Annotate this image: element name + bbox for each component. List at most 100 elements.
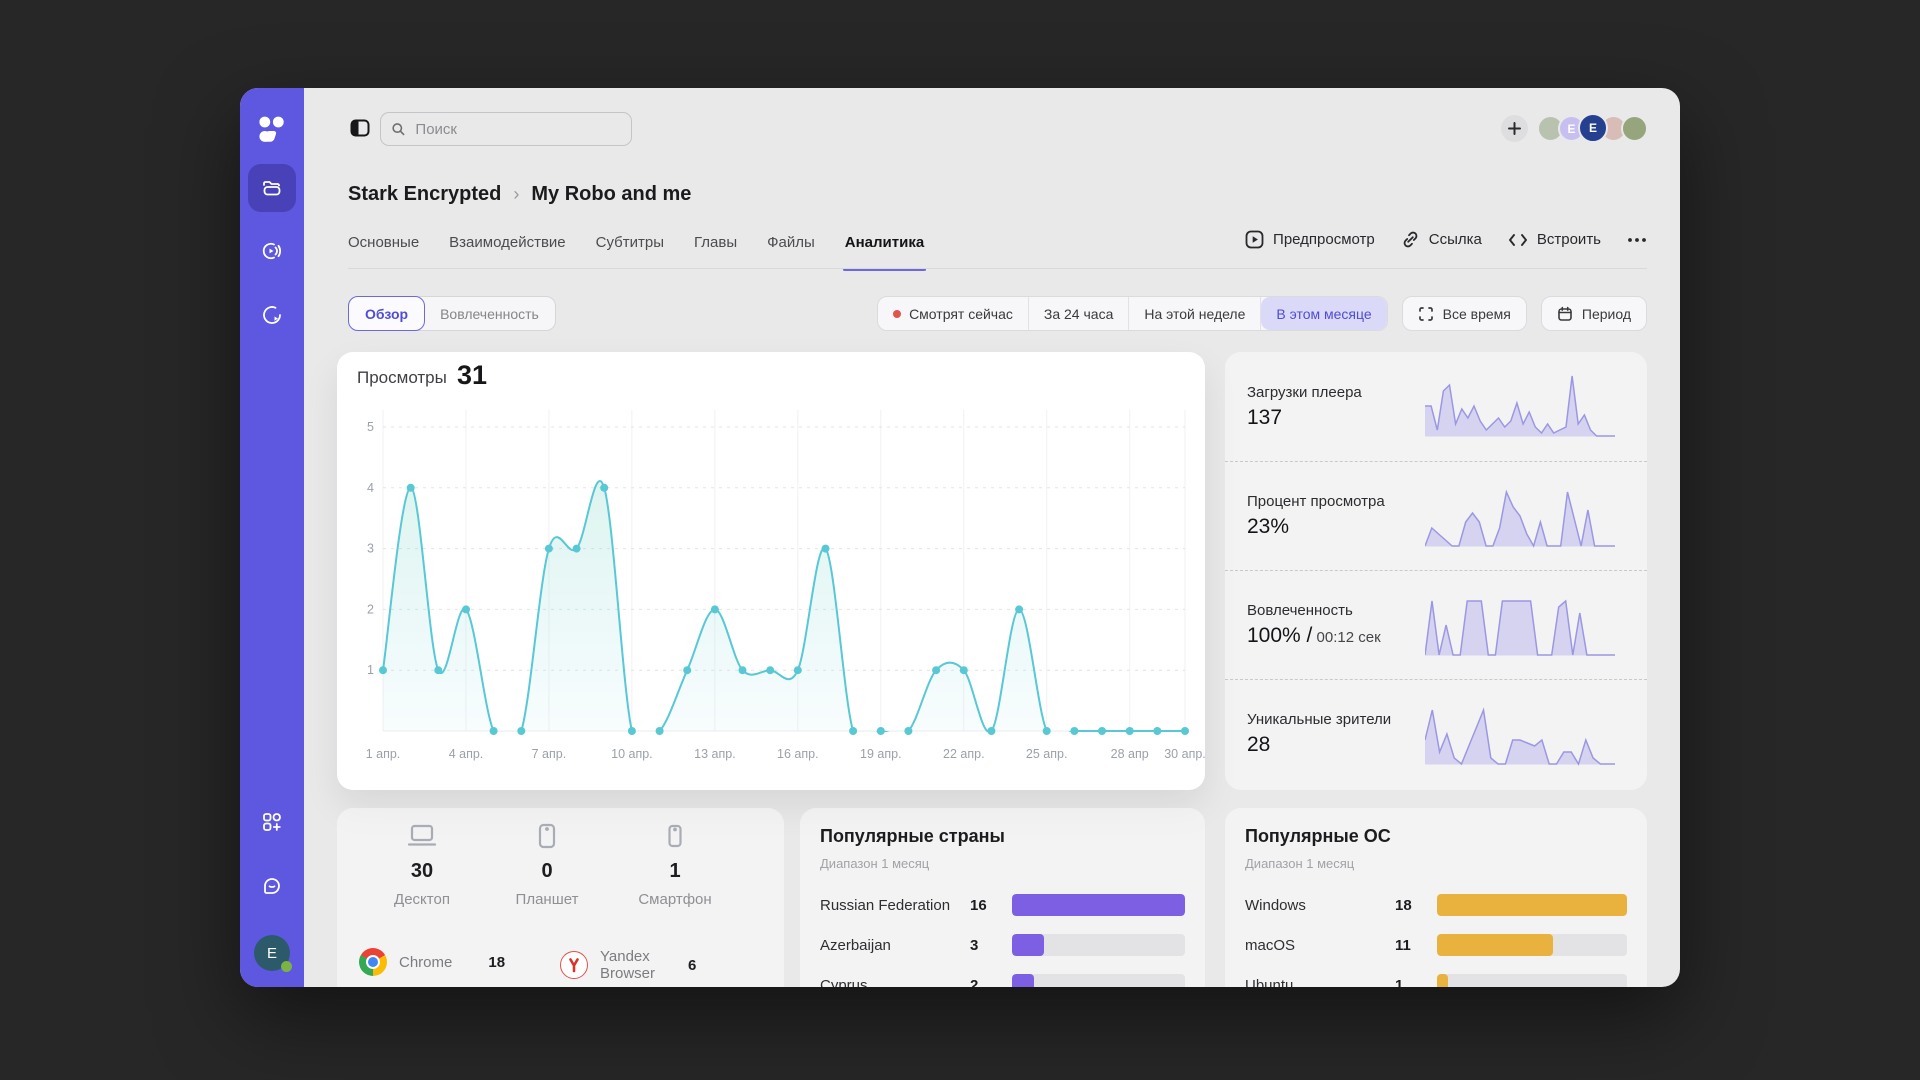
views-line-chart[interactable]: 123451 апр.4 апр.7 апр.10 апр.13 апр.16 … (337, 352, 1205, 790)
views-total: 31 (457, 360, 487, 391)
countries-panel: Популярные страны Диапазон 1 месяц Russi… (800, 808, 1205, 987)
avatar[interactable]: E (1578, 113, 1608, 143)
country-bar (1012, 934, 1185, 956)
breadcrumb: Stark Encrypted › My Robo and me (348, 183, 691, 206)
view-overview-button[interactable]: Обзор (348, 296, 425, 331)
device-tablet: 0 Планшет (492, 820, 602, 908)
stat-watch-percent: Процент просмотра 23% (1225, 461, 1647, 570)
sidebar-item-apps[interactable] (248, 798, 296, 846)
ellipsis-icon (1627, 237, 1647, 243)
browser-chrome: Chrome 18 (359, 948, 505, 976)
svg-text:1 апр.: 1 апр. (366, 747, 401, 761)
view-mode-toggle: Обзор Вовлеченность (348, 296, 556, 331)
device-smartphone: 1 Смартфон (620, 820, 730, 908)
svg-text:16 апр.: 16 апр. (777, 747, 819, 761)
svg-text:25 апр.: 25 апр. (1026, 747, 1068, 761)
unique-viewers-sparkline (1425, 698, 1615, 772)
svg-text:13 апр.: 13 апр. (694, 747, 736, 761)
add-member-button[interactable] (1501, 115, 1528, 142)
devices-panel: 30 Десктоп 0 Планшет 1 Смартфон Chrome (337, 808, 784, 987)
sidebar-toggle-button[interactable] (348, 116, 372, 140)
embed-button[interactable]: Встроить (1508, 231, 1601, 248)
breadcrumb-video-title: My Robo and me (531, 183, 691, 206)
search-bar[interactable] (380, 112, 632, 146)
filter-period[interactable]: Период (1541, 296, 1647, 331)
app-window: E E E Stark Encrypted › (240, 88, 1680, 987)
svg-text:1: 1 (367, 663, 374, 677)
preview-button[interactable]: Предпросмотр (1245, 230, 1375, 249)
user-initial: E (267, 945, 277, 962)
os-bar (1437, 894, 1627, 916)
more-button[interactable] (1627, 237, 1647, 243)
filter-month[interactable]: В этом месяце (1261, 297, 1386, 330)
plus-icon (1508, 122, 1521, 135)
sidebar-item-live[interactable] (248, 227, 296, 275)
os-bar (1437, 974, 1627, 987)
avatar[interactable] (1621, 115, 1648, 142)
expand-icon (1418, 306, 1434, 322)
filter-all-time[interactable]: Все время (1402, 296, 1527, 331)
os-row: Windows 18 (1245, 892, 1627, 918)
country-row: Russian Federation 16 (820, 892, 1185, 918)
filter-week[interactable]: На этой неделе (1129, 297, 1261, 330)
svg-text:7 апр.: 7 апр. (532, 747, 567, 761)
country-bar (1012, 894, 1185, 916)
tab-bar: Основные Взаимодействие Субтитры Главы Ф… (348, 228, 924, 268)
stat-engagement: Вовлеченность 100% / 00:12 сек (1225, 570, 1647, 679)
breadcrumb-project[interactable]: Stark Encrypted (348, 183, 501, 206)
engagement-sparkline (1425, 589, 1615, 663)
desktop-backdrop: E E E Stark Encrypted › (0, 0, 1920, 1080)
time-range-group: Смотрят сейчас За 24 часа На этой неделе… (877, 296, 1388, 331)
stats-panel: Загрузки плеера 137 Процент просмотра 23… (1225, 352, 1647, 790)
svg-text:4 апр.: 4 апр. (449, 747, 484, 761)
yandex-browser-icon (560, 951, 588, 979)
sidebar-item-support-chat[interactable] (248, 862, 296, 910)
time-filter-bar: Смотрят сейчас За 24 часа На этой неделе… (877, 296, 1647, 331)
online-status-dot (281, 961, 292, 972)
country-bar (1012, 974, 1185, 987)
filter-24h[interactable]: За 24 часа (1029, 297, 1129, 330)
tab-interaction[interactable]: Взаимодействие (449, 228, 565, 268)
link-button[interactable]: Ссылка (1401, 230, 1482, 249)
os-panel: Популярные ОС Диапазон 1 месяц Windows 1… (1225, 808, 1647, 987)
countries-range: Диапазон 1 месяц (820, 856, 929, 871)
sidebar-item-recordings[interactable] (248, 291, 296, 339)
view-engagement-button[interactable]: Вовлеченность (424, 297, 555, 330)
search-input[interactable] (413, 120, 621, 139)
sidebar-toggle-icon (349, 117, 371, 139)
tab-chapters[interactable]: Главы (694, 228, 737, 268)
views-chart-card: Просмотры 31 123451 апр.4 апр.7 апр.10 а… (337, 352, 1205, 790)
filter-live-now[interactable]: Смотрят сейчас (878, 297, 1029, 330)
laptop-icon (405, 820, 439, 854)
views-chart-title: Просмотры (357, 368, 447, 388)
calendar-icon (1557, 306, 1573, 322)
tab-main[interactable]: Основные (348, 228, 419, 268)
country-row: Azerbaijan 3 (820, 932, 1185, 958)
sidebar-item-projects[interactable] (248, 164, 296, 212)
breadcrumb-separator: › (513, 184, 519, 205)
tab-subtitles[interactable]: Субтитры (596, 228, 664, 268)
device-desktop: 30 Десктоп (367, 820, 477, 908)
smartphone-icon (658, 820, 692, 854)
code-icon (1508, 232, 1528, 248)
live-dot (893, 310, 901, 318)
kinescope-logo (248, 107, 296, 155)
folder-icon (260, 176, 284, 200)
tab-files[interactable]: Файлы (767, 228, 815, 268)
tab-analytics[interactable]: Аналитика (845, 228, 924, 268)
svg-text:3: 3 (367, 542, 374, 556)
video-actions: Предпросмотр Ссылка Встроить (1245, 230, 1647, 249)
svg-text:10 апр.: 10 апр. (611, 747, 653, 761)
svg-text:4: 4 (367, 481, 374, 495)
svg-text:30 апр.: 30 апр. (1164, 747, 1205, 761)
play-circle-icon (260, 303, 284, 327)
chrome-icon (359, 948, 387, 976)
player-loads-sparkline (1425, 370, 1615, 444)
broadcast-play-icon (260, 239, 284, 263)
os-bar (1437, 934, 1627, 956)
os-range: Диапазон 1 месяц (1245, 856, 1354, 871)
user-avatar[interactable]: E (254, 935, 290, 971)
svg-text:2: 2 (367, 602, 374, 616)
countries-title: Популярные страны (820, 826, 1005, 847)
os-title: Популярные ОС (1245, 826, 1391, 847)
